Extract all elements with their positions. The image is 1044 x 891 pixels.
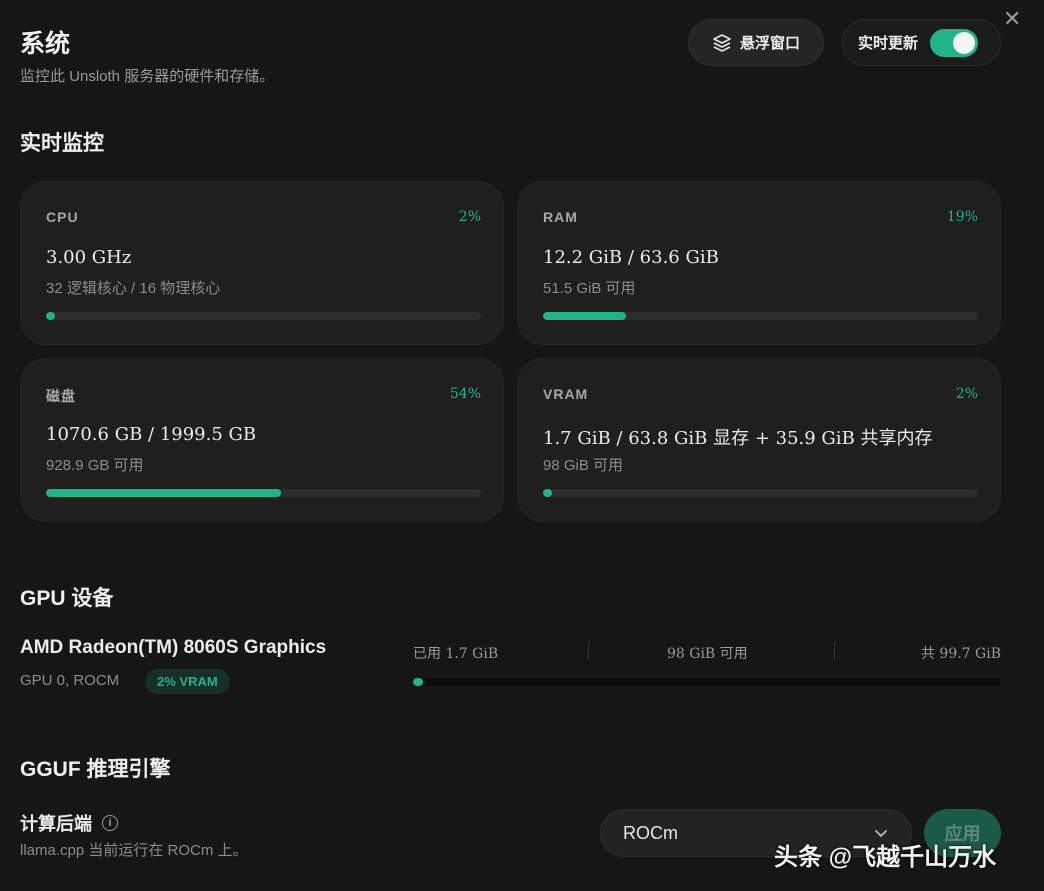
layers-icon [713, 33, 731, 52]
vram-badge: 2% VRAM [145, 669, 230, 694]
cpu-card: CPU 2% 3.00 GHz 32 逻辑核心 / 16 物理核心 [20, 181, 504, 345]
gpu-total: 共 99.7 GiB [920, 646, 1001, 662]
divider [588, 642, 589, 660]
gpu-meta: GPU 0, ROCM [20, 672, 120, 689]
card-percent: 19% [946, 209, 978, 225]
disk-card: 磁盘 54% 1070.6 GB / 1999.5 GB 928.9 GB 可用 [20, 358, 504, 522]
float-window-button[interactable]: 悬浮窗口 [688, 19, 824, 66]
card-percent: 2% [955, 386, 978, 402]
live-update-control: 实时更新 [842, 19, 1001, 66]
backend-description: llama.cpp 当前运行在 ROCm 上。 [20, 842, 248, 859]
card-value: 12.2 GiB / 63.6 GiB [543, 247, 719, 268]
monitor-section-title: 实时监控 [20, 132, 104, 155]
usage-bar-fill [543, 312, 626, 320]
usage-bar [543, 489, 978, 497]
usage-bar [46, 312, 481, 320]
card-value: 1.7 GiB / 63.8 GiB 显存 + 35.9 GiB 共享内存 [543, 428, 933, 449]
card-label: CPU [46, 209, 79, 225]
divider [834, 642, 835, 660]
backend-label: 计算后端 [20, 814, 92, 834]
usage-bar [46, 489, 481, 497]
live-update-toggle[interactable] [930, 28, 979, 57]
gpu-name: AMD Radeon(TM) 8060S Graphics [20, 637, 327, 658]
page-title: 系统 [20, 30, 71, 58]
vram-card: VRAM 2% 1.7 GiB / 63.8 GiB 显存 + 35.9 GiB… [517, 358, 1001, 522]
card-percent: 54% [449, 386, 481, 402]
gpu-available: 98 GiB 可用 [667, 646, 748, 662]
card-label: VRAM [543, 386, 589, 402]
usage-bar-fill [543, 489, 552, 497]
card-percent: 2% [458, 209, 481, 225]
usage-bar-fill [46, 489, 281, 497]
live-update-label: 实时更新 [858, 35, 919, 52]
card-label: 磁盘 [46, 388, 76, 404]
gpu-vram-bar-fill [413, 678, 423, 686]
backend-select-value: ROCm [623, 822, 678, 843]
gpu-used: 已用 1.7 GiB [413, 646, 499, 662]
page-subtitle: 监控此 Unsloth 服务器的硬件和存储。 [20, 68, 275, 85]
info-icon[interactable]: i [102, 815, 118, 831]
card-sub: 51.5 GiB 可用 [543, 280, 636, 297]
card-label: RAM [543, 209, 578, 225]
float-window-label: 悬浮窗口 [739, 35, 800, 52]
close-icon[interactable]: ✕ [1003, 8, 1021, 30]
gguf-section-title: GGUF 推理引擎 [20, 758, 171, 781]
gpu-vram-bar [413, 678, 1001, 686]
usage-bar [543, 312, 978, 320]
card-value: 1070.6 GB / 1999.5 GB [46, 424, 257, 445]
card-sub: 928.9 GB 可用 [46, 457, 144, 474]
card-value: 3.00 GHz [46, 247, 132, 268]
watermark: 头条 @飞越千山万水 [774, 844, 997, 871]
usage-bar-fill [46, 312, 55, 320]
gpu-section-title: GPU 设备 [20, 587, 114, 610]
ram-card: RAM 19% 12.2 GiB / 63.6 GiB 51.5 GiB 可用 [517, 181, 1001, 345]
card-sub: 32 逻辑核心 / 16 物理核心 [46, 280, 221, 297]
card-sub: 98 GiB 可用 [543, 457, 624, 474]
backend-label-row: 计算后端 i [20, 810, 118, 836]
toggle-knob [953, 31, 976, 54]
